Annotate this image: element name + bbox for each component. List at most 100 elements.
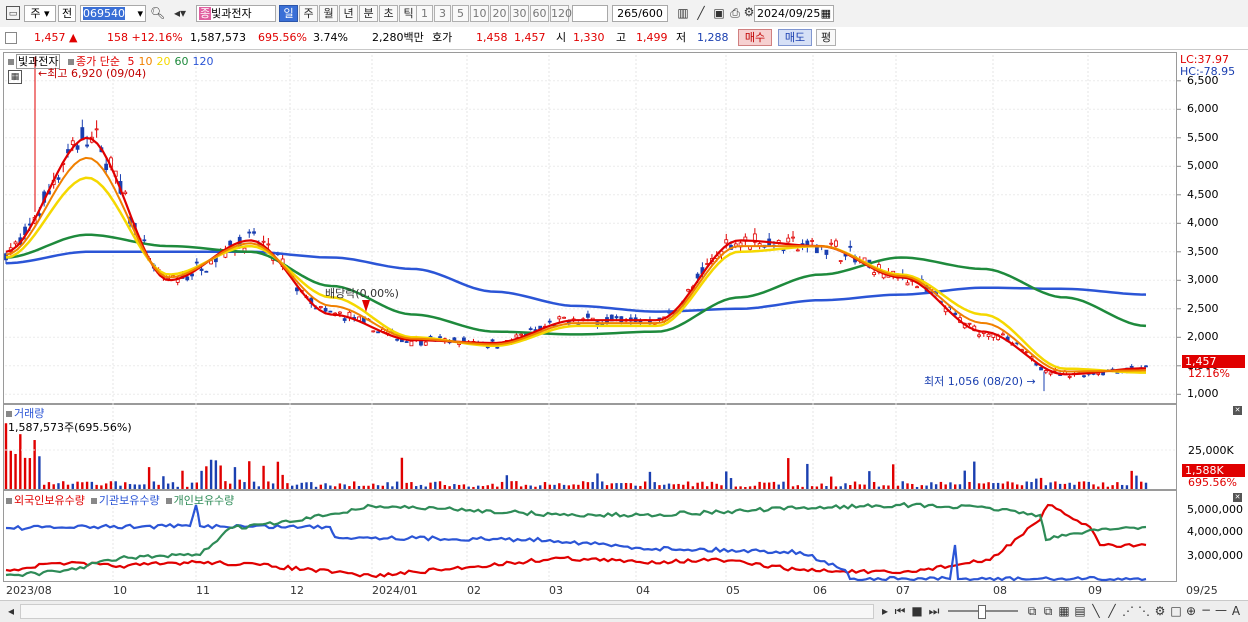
volume-bar	[1063, 483, 1067, 489]
volume-bar	[329, 485, 332, 489]
x-axis-label: 05	[726, 584, 740, 597]
candle-body	[371, 330, 376, 333]
volume-bar	[1125, 485, 1129, 489]
candle-body	[967, 322, 972, 325]
holdings-individual-line	[5, 501, 1147, 578]
left-arrow-icon: ←	[38, 67, 48, 80]
volume-bar	[500, 481, 504, 489]
stock-chart-canvas[interactable]	[0, 0, 1248, 600]
x-axis-label: 11	[196, 584, 210, 597]
candle-body	[56, 177, 61, 180]
volume-bar	[486, 485, 489, 489]
pane-close-icon[interactable]: ✕	[1233, 493, 1242, 502]
volume-bar	[372, 483, 375, 489]
volume-bar	[639, 485, 642, 489]
volume-bar	[553, 484, 556, 489]
low-note: 최저 1,056 (08/20)	[924, 375, 1024, 388]
volume-bar	[14, 453, 17, 489]
volume-bar	[653, 482, 656, 489]
volume-bar	[958, 484, 962, 489]
volume-bar	[1082, 481, 1086, 489]
candle-body	[586, 313, 590, 318]
volume-bar	[863, 484, 866, 489]
volume-bar	[758, 481, 761, 489]
candle-body	[977, 334, 981, 337]
trend-tool-icon[interactable]: ⋱	[1138, 604, 1150, 618]
right-arrow-icon: →	[1026, 375, 1036, 388]
candle-body	[848, 245, 853, 248]
volume-bar	[286, 483, 289, 489]
price-tick-label: 5,000	[1187, 159, 1219, 173]
first-page-icon[interactable]: ⏮	[894, 604, 906, 619]
next-page-icon[interactable]: ⏭	[928, 604, 940, 619]
stop-icon[interactable]: ■	[911, 604, 923, 618]
volume-bar	[796, 485, 799, 489]
volume-bar	[181, 470, 184, 489]
volume-bar	[954, 484, 957, 489]
volume-bar	[610, 483, 613, 489]
zoom-out-icon[interactable]: −	[1200, 603, 1212, 617]
ma-period-120: 120	[192, 55, 214, 68]
scroll-track[interactable]	[20, 604, 874, 619]
chart-scrollbar[interactable]: ◂ ▸ ⏮ ■ ⏭ ⧉ ⧉ ▦ ▤ ╲ ╱ ⋰ ⋱ ⚙ □ ⊕ − — A	[0, 600, 1248, 622]
candle-body	[1001, 333, 1005, 336]
font-size-icon[interactable]: A	[1230, 604, 1242, 618]
volume-bar	[71, 483, 74, 489]
volume-bar	[1078, 481, 1081, 489]
scroll-right-icon[interactable]: ▸	[880, 604, 890, 618]
volume-bar	[1116, 482, 1119, 489]
volume-bar	[529, 485, 532, 489]
volume-bar	[276, 461, 280, 489]
minimize-icon[interactable]: —	[1215, 603, 1227, 617]
grid-icon[interactable]: ▦	[1058, 604, 1070, 618]
volume-bar	[262, 465, 265, 489]
price-tick-label: 6,500	[1187, 73, 1219, 87]
trend-tool-icon[interactable]: ⋰	[1122, 604, 1134, 618]
volume-bar	[42, 484, 46, 489]
volume-bar	[982, 483, 986, 489]
price-tick-label: 2,500	[1187, 301, 1219, 315]
volume-bar	[1035, 478, 1038, 489]
volume-bar	[1135, 475, 1138, 489]
volume-bar	[90, 481, 94, 489]
line-tool-icon[interactable]: ╱	[1106, 604, 1118, 618]
candle-body	[514, 334, 519, 338]
x-axis-label: 09	[1088, 584, 1102, 597]
calendar-grid-icon[interactable]: ▦	[8, 70, 22, 84]
line-tool-icon[interactable]: ╲	[1090, 604, 1102, 618]
volume-bar	[481, 486, 485, 489]
volume-bar	[1092, 484, 1095, 489]
candle-body	[1039, 367, 1043, 371]
volume-bar	[1049, 482, 1052, 489]
candle-body	[261, 240, 266, 243]
candle-body	[395, 338, 400, 341]
layout-icon[interactable]: ⧉	[1026, 604, 1038, 619]
layout-icon[interactable]: ⧉	[1042, 604, 1054, 619]
volume-bar	[791, 486, 795, 489]
zoom-slider-handle[interactable]	[978, 605, 986, 619]
volume-bar	[386, 482, 389, 489]
volume-bar	[572, 484, 575, 489]
x-axis-label: 04	[636, 584, 650, 597]
volume-bar	[782, 481, 785, 489]
square-icon[interactable]: □	[1170, 604, 1182, 618]
volume-bar	[257, 486, 261, 489]
settings-icon[interactable]: ⚙	[1154, 604, 1166, 618]
volume-bar	[772, 481, 776, 489]
candle-body	[337, 311, 342, 314]
zoom-in-icon[interactable]: ⊕	[1185, 604, 1197, 618]
ma-line-10	[5, 156, 1147, 373]
pane-close-icon[interactable]: ✕	[1233, 406, 1242, 415]
volume-bar	[562, 484, 566, 489]
scroll-left-icon[interactable]: ◂	[6, 604, 16, 618]
volume-bar	[973, 461, 976, 489]
holdings-tick-label: 4,000,000	[1187, 525, 1243, 538]
volume-bar	[1144, 482, 1148, 489]
volume-bar	[810, 486, 814, 489]
volume-bar	[629, 483, 633, 489]
volume-bar	[734, 486, 737, 489]
volume-bar	[457, 484, 461, 489]
volume-bar	[744, 486, 747, 489]
grid-icon[interactable]: ▤	[1074, 604, 1086, 618]
last-volume-ratio: 695.56%	[1188, 476, 1237, 489]
